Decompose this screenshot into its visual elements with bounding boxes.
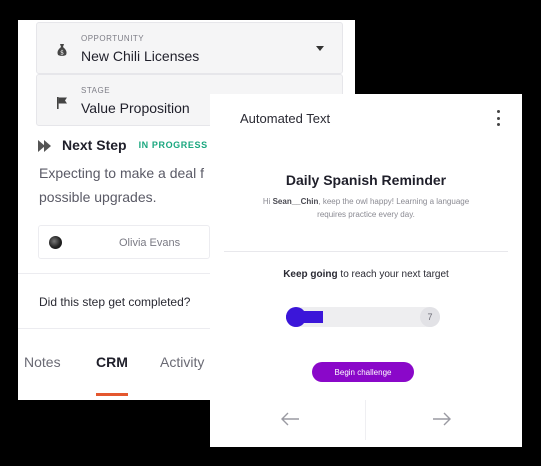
tab-notes[interactable]: Notes — [24, 354, 61, 370]
flag-icon — [55, 95, 69, 109]
status-badge: IN PROGRESS — [138, 140, 208, 150]
message-title: Daily Spanish Reminder — [285, 172, 447, 188]
goal-strong: Keep going — [283, 269, 338, 280]
next-step-header: Next Step IN PROGRESS — [38, 137, 208, 153]
tab-crm[interactable]: CRM — [96, 354, 128, 370]
kebab-menu-icon[interactable] — [496, 110, 500, 126]
svg-text:$: $ — [60, 50, 64, 57]
target-badge: 7 — [420, 307, 440, 327]
avatar — [49, 236, 62, 249]
active-tab-indicator — [96, 393, 128, 396]
greeting-name: Sean__Chin — [272, 197, 319, 206]
arrow-right-icon[interactable] — [432, 412, 452, 426]
opportunity-field[interactable]: $ OPPORTUNITY New Chili Licenses — [36, 22, 343, 74]
fast-forward-icon — [38, 139, 52, 152]
greeting-rest: , keep the owl happy! Learning a languag… — [317, 197, 470, 219]
progress-bar: 7 — [286, 307, 440, 327]
next-step-title: Next Step — [62, 137, 127, 153]
message-body: Hi Sean__Chin, keep the owl happy! Learn… — [250, 195, 482, 221]
owner-name: Olivia Evans — [119, 237, 181, 249]
goal-text: Keep going to reach your next target — [210, 269, 522, 280]
stage-value: Value Proposition — [81, 100, 190, 116]
begin-challenge-button[interactable]: Begin challenge — [312, 362, 414, 382]
panel-title: Automated Text — [240, 111, 331, 126]
owner-chip[interactable]: Olivia Evans — [38, 225, 210, 259]
divider — [365, 400, 366, 440]
automated-text-panel: Automated Text Daily Spanish Reminder Hi… — [210, 94, 522, 447]
arrow-left-icon[interactable] — [280, 412, 300, 426]
money-bag-icon: $ — [55, 43, 69, 57]
opportunity-value: New Chili Licenses — [81, 48, 200, 64]
completion-question: Did this step get completed? — [39, 295, 191, 309]
divider — [224, 251, 508, 252]
tab-activity[interactable]: Activity — [160, 354, 204, 370]
opportunity-label: OPPORTUNITY — [81, 34, 145, 43]
progress-knob — [286, 307, 306, 327]
chevron-down-icon[interactable] — [316, 46, 324, 51]
goal-rest: to reach your next target — [337, 269, 449, 280]
stage-label: STAGE — [81, 86, 111, 95]
greeting-prefix: Hi — [262, 197, 273, 206]
